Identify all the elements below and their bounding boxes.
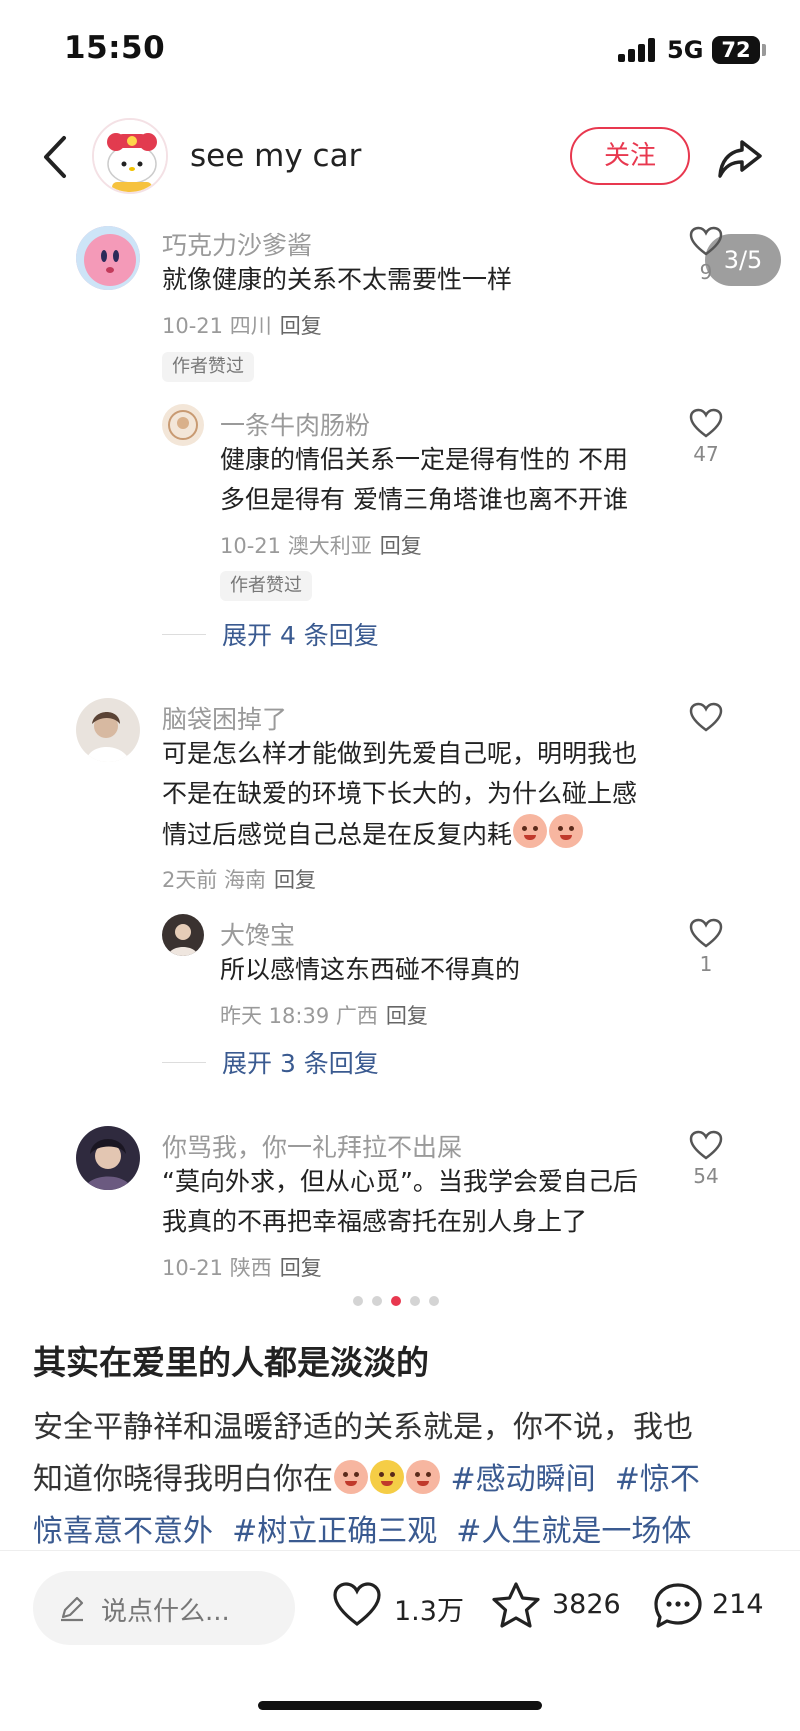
hashtag-link[interactable]: #感动瞬间 [451, 1462, 596, 1497]
avatar[interactable] [76, 226, 140, 290]
comment-text: 我真的不再把幸福感寄托在别人身上了 [162, 1207, 588, 1236]
like-count: 54 [693, 1164, 719, 1188]
home-indicator [258, 1701, 542, 1710]
carousel-dot [353, 1296, 363, 1306]
heart-icon [689, 1130, 723, 1160]
comment-text: 不是在缺爱的环境下长大的，为什么碰上感 [162, 779, 638, 808]
back-arrow-icon[interactable] [36, 132, 76, 182]
reply-username[interactable]: 一条牛肉肠粉 [220, 406, 370, 442]
follow-button[interactable]: 关注 [570, 127, 690, 185]
share-icon[interactable] [716, 136, 764, 180]
expand-replies-button[interactable]: 展开 3 条回复 [162, 1044, 379, 1080]
carousel-dot [429, 1296, 439, 1306]
expand-replies-label: 展开 3 条回复 [222, 1049, 379, 1078]
reply-button[interactable]: 回复 [274, 868, 316, 892]
avatar[interactable] [162, 914, 204, 956]
status-bar: 15:50 5G 72 [0, 0, 800, 100]
reply-button[interactable]: 回复 [280, 1256, 322, 1280]
grin-emoji-icon [334, 1460, 368, 1494]
heart-icon [689, 918, 723, 948]
post-body: 安全平静祥和温暖舒适的关系就是，你不说，我也 知道你晓得我明白你在 #感动瞬间 … [33, 1402, 773, 1558]
comment-input[interactable]: 说点什么... [33, 1571, 295, 1645]
reply-text: 健康的情侣关系一定是得有性的 不用 [220, 445, 628, 474]
reply-text: 多但是得有 爱情三角塔谁也离不开谁 [220, 485, 628, 514]
like-count: 47 [693, 442, 719, 466]
favorite-post-button[interactable]: 3826 [490, 1579, 621, 1635]
hashtag-link[interactable]: #人生就是一场体 [456, 1514, 691, 1549]
heart-icon [689, 226, 723, 256]
comment-text-last: 情过后感觉自己总是在反复内耗 [162, 814, 584, 855]
comment-date: 10-21 四川 [162, 314, 272, 338]
heart-icon [689, 702, 723, 732]
reply-text: 所以感情这东西碰不得真的 [220, 955, 521, 984]
comment-meta: 10-21 四川 回复 [162, 310, 322, 340]
comment-icon [654, 1583, 702, 1628]
bottom-action-bar: 说点什么... 1.3万 3826 214 [0, 1550, 800, 1731]
comment-username[interactable]: 你骂我，你一礼拜拉不出屎 [162, 1128, 462, 1164]
smile-emoji-icon [370, 1460, 404, 1494]
network-label: 5G [667, 36, 704, 64]
comments-button[interactable]: 214 [652, 1579, 772, 1635]
post-comment-count: 214 [712, 1589, 764, 1620]
comment-date: 2天前 海南 [162, 868, 267, 892]
crying-emoji-icon [513, 814, 548, 848]
reply-username[interactable]: 大馋宝 [220, 916, 295, 952]
author-liked-tag: 作者赞过 [162, 352, 254, 382]
reply-like-button[interactable]: 1 [684, 918, 728, 976]
comment-like-button[interactable] [684, 702, 728, 736]
author-liked-tag: 作者赞过 [220, 571, 312, 601]
reply-button[interactable]: 回复 [280, 314, 322, 338]
post-body-line: 知道你晓得我明白你在 #感动瞬间 #惊不 [33, 1460, 700, 1497]
post-title: 其实在爱里的人都是淡淡的 [33, 1343, 429, 1382]
nav-bar: see my car 关注 [0, 110, 800, 210]
pen-icon [61, 1596, 84, 1622]
like-post-button[interactable]: 1.3万 [332, 1579, 464, 1635]
comment-text: 就像健康的关系不太需要性一样 [162, 265, 513, 294]
avatar[interactable] [162, 404, 204, 446]
battery-icon: 72 [712, 36, 760, 64]
hashtag-link[interactable]: #惊不 [615, 1462, 700, 1497]
comment-meta: 10-21 陕西 回复 [162, 1252, 322, 1282]
reply-date: 10-21 澳大利亚 [220, 534, 372, 558]
post-favorite-count: 3826 [552, 1589, 621, 1620]
comment-input-placeholder: 说点什么... [101, 1597, 230, 1627]
comment-username[interactable]: 巧克力沙爹酱 [162, 226, 312, 262]
like-count: 1 [699, 952, 713, 976]
post-body-line: 安全平静祥和温暖舒适的关系就是，你不说，我也 [33, 1410, 693, 1445]
author-name[interactable]: see my car [190, 138, 361, 174]
hashtag-link[interactable]: #树立正确三观 [232, 1514, 437, 1549]
carousel-dot [391, 1296, 401, 1306]
avatar[interactable] [76, 1126, 140, 1190]
hashtag-link[interactable]: 惊喜意不意外 [33, 1514, 213, 1549]
author-avatar[interactable] [92, 118, 168, 194]
avatar[interactable] [76, 698, 140, 762]
expand-replies-button[interactable]: 展开 4 条回复 [162, 616, 379, 652]
reply-like-button[interactable]: 47 [684, 408, 728, 466]
expand-replies-label: 展开 4 条回复 [222, 621, 379, 650]
comment-username[interactable]: 脑袋困掉了 [162, 700, 287, 736]
crying-emoji-icon [549, 814, 584, 848]
reply-meta: 昨天 18:39 广西 回复 [220, 1000, 428, 1030]
reply-button[interactable]: 回复 [386, 1004, 428, 1028]
comment-like-button[interactable]: 54 [684, 1130, 728, 1188]
comment-meta: 2天前 海南 回复 [162, 864, 316, 894]
comment-like-button[interactable]: 9 [684, 226, 728, 284]
status-time: 15:50 [64, 30, 166, 66]
heart-icon [689, 408, 723, 438]
grin-emoji-icon [406, 1460, 440, 1494]
carousel-dot [372, 1296, 382, 1306]
carousel-dot [410, 1296, 420, 1306]
reply-meta: 10-21 澳大利亚 回复 [220, 530, 422, 560]
reply-date: 昨天 18:39 广西 [220, 1004, 378, 1028]
comment-text: 可是怎么样才能做到先爱自己呢，明明我也 [162, 739, 638, 768]
like-count: 9 [699, 260, 713, 284]
signal-icon [618, 38, 658, 62]
reply-button[interactable]: 回复 [380, 534, 422, 558]
comment-date: 10-21 陕西 [162, 1256, 272, 1280]
heart-icon [333, 1582, 381, 1627]
post-like-count: 1.3万 [394, 1596, 464, 1627]
battery-tip [762, 44, 766, 56]
star-icon [492, 1582, 540, 1628]
comment-text: “莫向外求，但从心觅”。当我学会爱自己后 [162, 1167, 638, 1196]
